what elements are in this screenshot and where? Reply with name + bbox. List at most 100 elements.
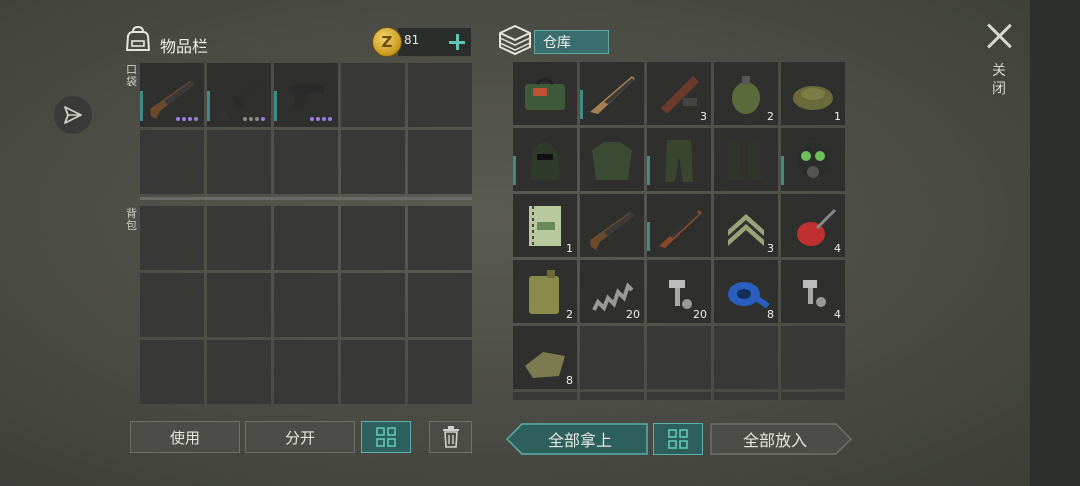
storage-empty-slot[interactable] [714,392,778,400]
cloth-icon [525,352,565,378]
pocket-empty-slot[interactable] [207,130,271,194]
pocket-slot[interactable] [207,63,271,127]
storage-slot[interactable] [580,62,644,125]
storage-title: 仓库 [534,30,609,54]
storage-slot[interactable]: 4 [781,194,845,257]
item-count: 20 [693,308,707,321]
backpack-empty-slot[interactable] [408,340,472,404]
storage-empty-slot[interactable] [580,326,644,389]
take-all-button[interactable]: 全部拿上 [512,423,648,455]
backpack-empty-slot[interactable] [207,340,271,404]
pocket-empty-slot[interactable] [274,130,338,194]
storage-slot[interactable]: 20 [580,260,644,323]
backpack-empty-slot[interactable] [274,273,338,337]
backpack-empty-slot[interactable] [207,273,271,337]
pocket-slot[interactable] [140,63,204,127]
storage-empty-slot[interactable] [781,326,845,389]
oil-can-icon [797,208,837,246]
use-button[interactable]: 使用 [130,421,240,453]
backpack-empty-slot[interactable] [274,206,338,270]
close-icon[interactable] [985,22,1013,50]
item-count: 3 [700,110,707,123]
split-button[interactable]: 分开 [245,421,355,453]
grid-sort-icon [376,427,396,447]
storage-slot[interactable]: 2 [714,62,778,125]
storage-slot[interactable] [647,194,711,257]
sort-inventory-button[interactable] [361,421,411,453]
storage-slot[interactable] [781,128,845,191]
pocket-empty-slot[interactable] [140,130,204,194]
ak-rifle-icon [659,210,702,248]
duct-tape-icon [728,282,770,309]
storage-slot[interactable]: 2 [513,260,577,323]
backpack-empty-slot[interactable] [207,206,271,270]
pocket-empty-slot[interactable] [341,63,405,127]
backpack-empty-slot[interactable] [341,206,405,270]
grenade-icon [732,76,760,114]
storage-slot[interactable] [513,62,577,125]
shotgun-icon [590,212,635,250]
storage-slot[interactable] [580,194,644,257]
storage-slot[interactable]: 20 [647,260,711,323]
storage-empty-slot[interactable] [580,392,644,400]
right-sidebar [1030,0,1080,486]
discard-button[interactable] [429,421,472,453]
item-count: 2 [566,308,573,321]
storage-slot[interactable] [580,128,644,191]
storage-empty-slot[interactable] [714,326,778,389]
storage-box-icon [499,25,531,55]
backpack-empty-slot[interactable] [274,340,338,404]
close-label[interactable]: 关闭 [990,62,1008,98]
storage-slot[interactable]: 8 [513,326,577,389]
pocket-grid [140,63,472,194]
quality-dot [328,117,332,121]
storage-slot[interactable] [513,128,577,191]
storage-empty-slot[interactable] [647,326,711,389]
backpack-empty-slot[interactable] [408,273,472,337]
pocket-slot[interactable] [274,63,338,127]
backpack-empty-slot[interactable] [140,206,204,270]
coin-count: 81 [404,33,420,47]
send-button[interactable] [54,96,92,134]
bolt-nut-icon [803,280,826,307]
inventory-title: 物品栏 [160,37,209,56]
item-count: 1 [834,110,841,123]
storage-slot[interactable]: 3 [647,62,711,125]
quality-dot [322,117,326,121]
backpack-empty-slot[interactable] [341,340,405,404]
storage-empty-slot[interactable] [781,392,845,400]
storage-slot[interactable]: 4 [781,260,845,323]
item-count: 4 [834,242,841,255]
quality-dot [310,117,314,121]
backpack-empty-slot[interactable] [140,273,204,337]
storage-slot[interactable]: 1 [513,194,577,257]
backpack-empty-slot[interactable] [408,206,472,270]
put-all-button[interactable]: 全部放入 [710,423,840,455]
pocket-empty-slot[interactable] [341,130,405,194]
item-count: 20 [626,308,640,321]
rifle-icon [590,76,635,114]
backpack-label: 背包 [126,207,137,232]
quality-dot [316,117,320,121]
slot-marker [647,222,650,251]
storage-empty-slot[interactable] [647,392,711,400]
storage-empty-slot[interactable] [513,392,577,400]
trash-icon [442,426,459,448]
storage-slot[interactable]: 8 [714,260,778,323]
sort-storage-button[interactable] [653,423,703,455]
zcoin-icon: Z [372,27,402,57]
quality-dot [176,117,180,121]
add-coins-button[interactable] [443,28,471,56]
quality-dot [261,117,265,121]
pocket-empty-slot[interactable] [408,63,472,127]
balaclava-icon [530,142,560,180]
storage-slot[interactable]: 1 [781,62,845,125]
backpack-empty-slot[interactable] [341,273,405,337]
storage-slot[interactable] [647,128,711,191]
storage-slot[interactable] [714,128,778,191]
launcher-parts-icon [661,76,699,114]
backpack-empty-slot[interactable] [140,340,204,404]
pocket-empty-slot[interactable] [408,130,472,194]
quality-dot [188,117,192,121]
storage-slot[interactable]: 3 [714,194,778,257]
